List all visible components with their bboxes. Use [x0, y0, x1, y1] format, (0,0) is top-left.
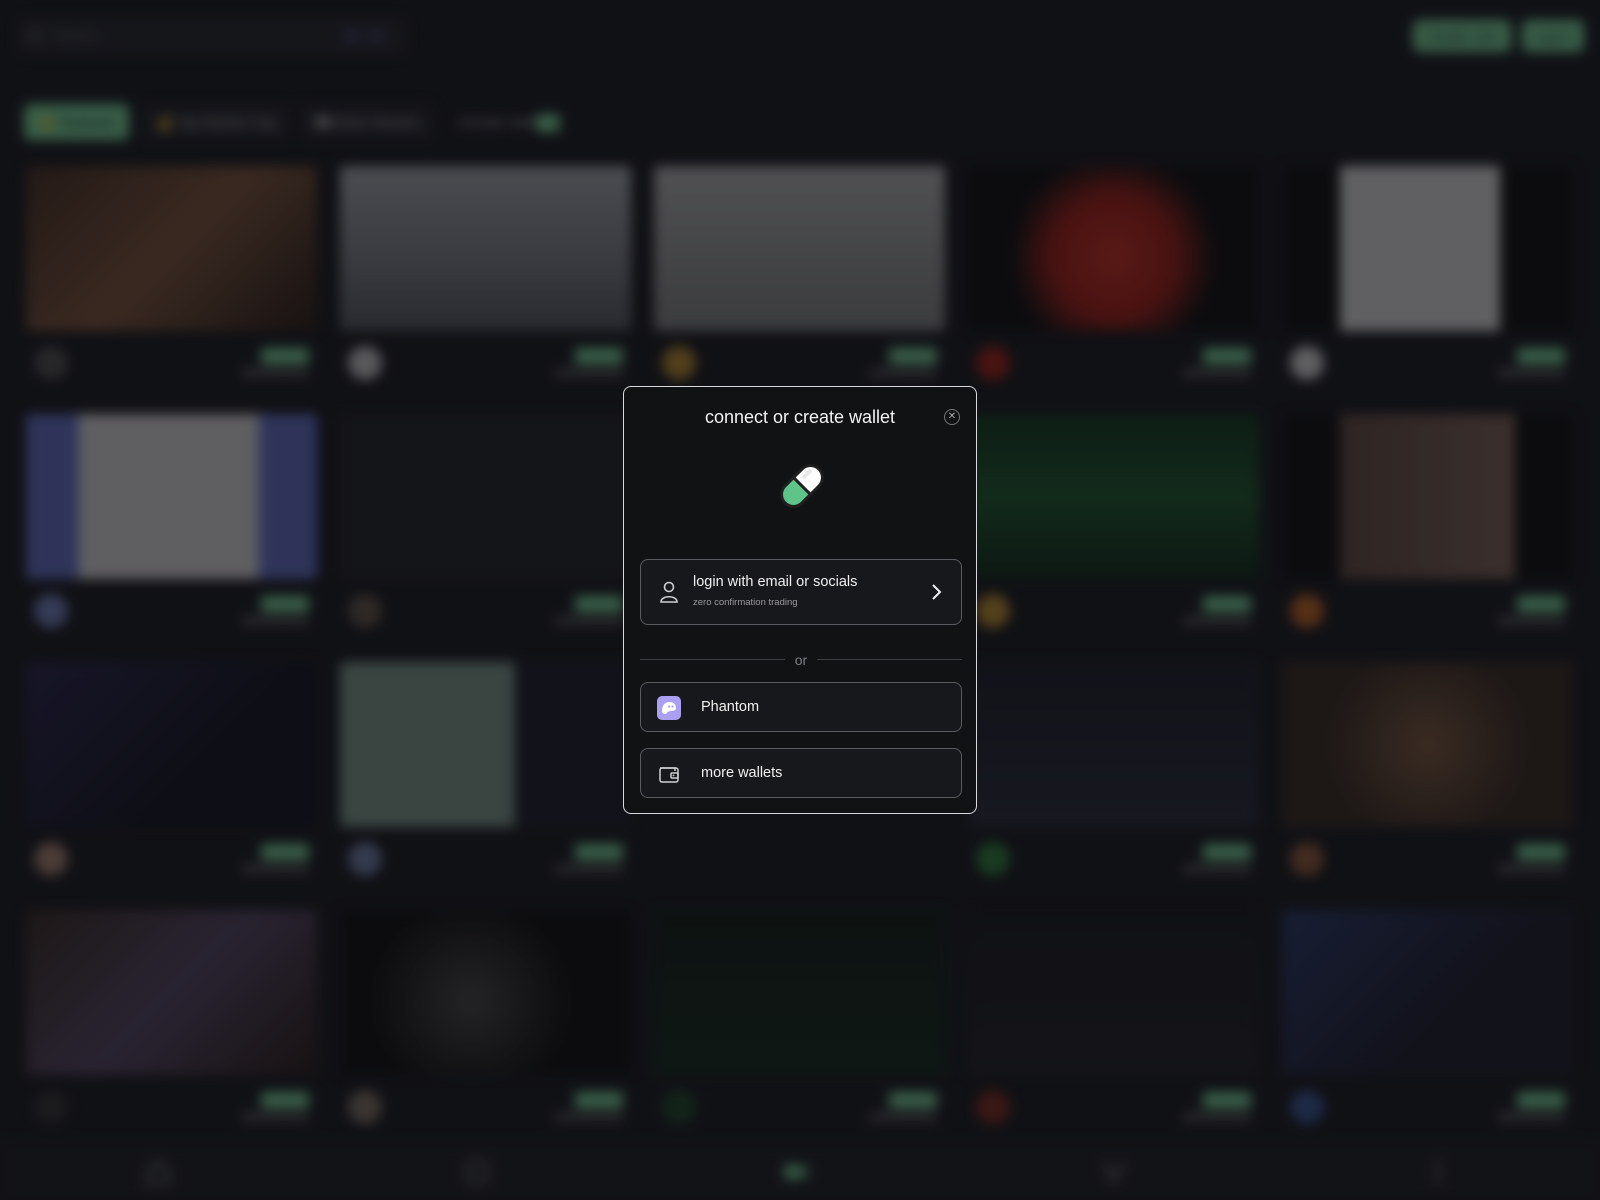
or-text: or	[794, 652, 808, 668]
wallet-icon	[659, 767, 679, 783]
or-divider: or	[640, 652, 962, 668]
close-icon[interactable]: ✕	[944, 409, 960, 425]
login-email-sublabel: zero confirmation trading	[693, 597, 798, 608]
phantom-wallet-button[interactable]: Phantom	[640, 682, 962, 732]
phantom-icon	[657, 696, 681, 720]
connect-wallet-modal: connect or create wallet ✕ login with em…	[623, 386, 977, 814]
modal-title: connect or create wallet	[704, 407, 896, 427]
chevron-right-icon	[932, 584, 942, 600]
more-wallets-label: more wallets	[701, 765, 783, 781]
phantom-label: Phantom	[701, 699, 760, 715]
pill-logo-icon	[780, 464, 824, 508]
user-icon	[660, 581, 678, 603]
more-wallets-button[interactable]: more wallets	[640, 748, 962, 798]
login-email-socials-button[interactable]: login with email or socials zero confirm…	[640, 559, 962, 625]
login-email-label: login with email or socials	[693, 574, 858, 590]
